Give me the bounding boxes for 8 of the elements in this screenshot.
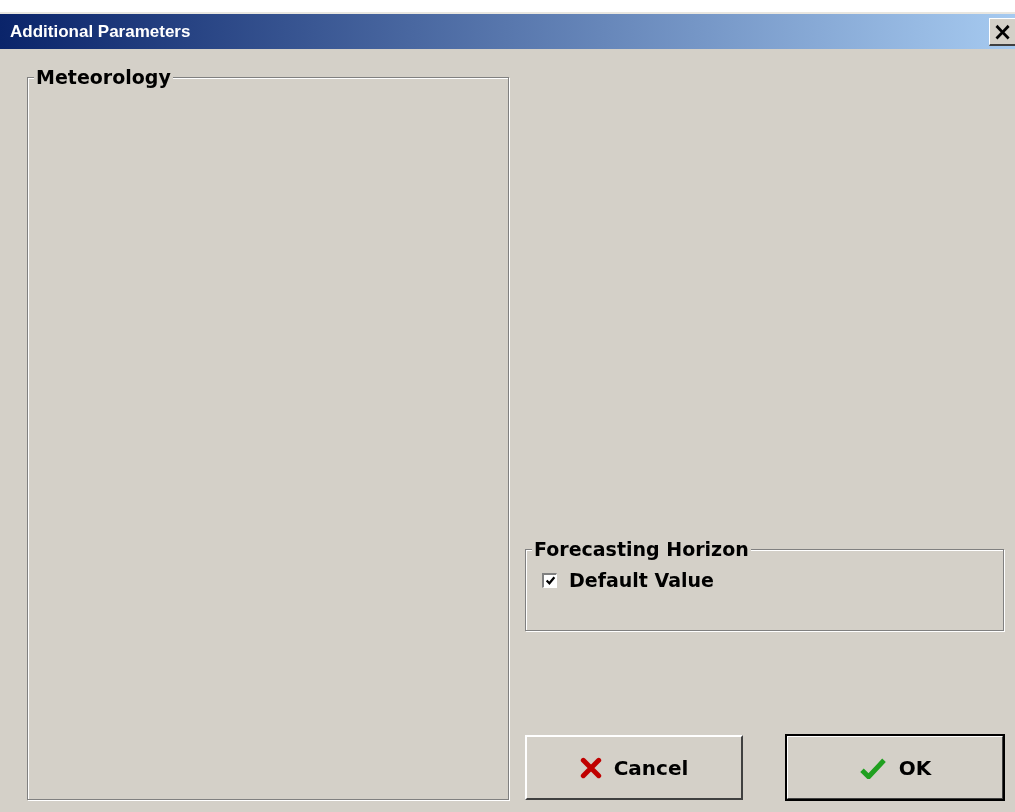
cross-icon [579, 756, 602, 779]
checkbox[interactable] [542, 572, 557, 588]
cancel-button[interactable]: Cancel [525, 735, 743, 800]
checkmark-icon [858, 756, 887, 779]
ok-button[interactable]: OK [786, 735, 1004, 800]
window-title: Additional Parameters [10, 21, 191, 42]
close-button[interactable]: × [989, 17, 1015, 46]
checkbox-label: Default Value [569, 569, 714, 591]
